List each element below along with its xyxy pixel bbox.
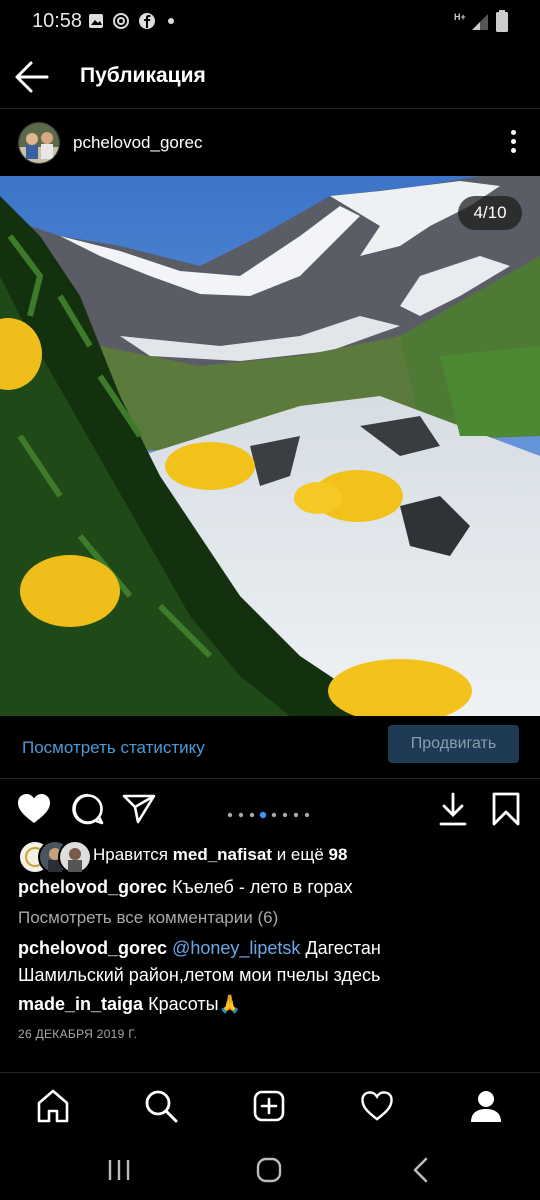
status-bar: 10:58 H+ bbox=[0, 0, 540, 46]
carousel-dot bbox=[293, 812, 299, 818]
author-username[interactable]: pchelovod_gorec bbox=[73, 133, 202, 153]
carousel-counter: 4/10 bbox=[458, 196, 522, 230]
heart-filled-icon[interactable] bbox=[17, 793, 51, 825]
view-insights-link[interactable]: Посмотреть статистику bbox=[22, 738, 205, 758]
system-back-icon[interactable] bbox=[412, 1157, 428, 1183]
send-icon[interactable] bbox=[122, 794, 156, 824]
promote-button[interactable]: Продвигать bbox=[388, 725, 519, 763]
bookmark-icon[interactable] bbox=[492, 792, 520, 826]
insights-row: Посмотреть статистику Продвигать bbox=[0, 716, 540, 779]
search-icon[interactable] bbox=[144, 1089, 178, 1123]
comment-2: made_in_taiga Красоты🙏 bbox=[18, 994, 528, 1015]
gallery-notification-icon bbox=[89, 14, 103, 28]
carousel-dot bbox=[259, 811, 267, 819]
carousel-dot bbox=[271, 812, 277, 818]
likes-middle: и ещё bbox=[276, 845, 324, 864]
recents-icon[interactable] bbox=[107, 1159, 131, 1181]
comment-username[interactable]: made_in_taiga bbox=[18, 994, 143, 1014]
more-vertical-icon[interactable] bbox=[510, 130, 518, 154]
status-time: 10:58 bbox=[32, 10, 83, 32]
likes-user[interactable]: med_nafisat bbox=[173, 845, 272, 864]
at-notification-icon bbox=[113, 13, 129, 29]
comment-text-line2: Шамильский район,летом мои пчелы здесь bbox=[18, 965, 381, 985]
top-bar: Публикация bbox=[0, 46, 540, 109]
network-type: H+ bbox=[454, 12, 466, 22]
likes-prefix: Нравится bbox=[93, 845, 169, 864]
comment-username[interactable]: pchelovod_gorec bbox=[18, 938, 167, 958]
more-notifications-dot-icon bbox=[168, 18, 174, 24]
comment-text: Красоты🙏 bbox=[148, 994, 241, 1014]
bottom-navigation bbox=[0, 1072, 540, 1141]
carousel-dot bbox=[249, 812, 255, 818]
home-circle-icon[interactable] bbox=[256, 1157, 282, 1183]
system-navigation bbox=[0, 1140, 540, 1200]
arrow-left-icon[interactable] bbox=[14, 60, 50, 94]
comment-1: pchelovod_gorec @honey_lipetsk Дагестан … bbox=[18, 935, 528, 989]
add-post-icon[interactable] bbox=[253, 1090, 285, 1122]
caption: pchelovod_gorec Къелеб - лето в горах bbox=[18, 877, 528, 898]
liker-avatar bbox=[58, 840, 92, 874]
post-image[interactable]: 4/10 bbox=[0, 176, 540, 716]
post-header: pchelovod_gorec bbox=[0, 110, 540, 176]
page-title: Публикация bbox=[80, 64, 206, 87]
carousel-dots bbox=[226, 806, 316, 819]
profile-icon[interactable] bbox=[470, 1089, 502, 1123]
caption-username[interactable]: pchelovod_gorec bbox=[18, 877, 167, 897]
download-icon[interactable] bbox=[438, 792, 468, 826]
battery-icon bbox=[496, 10, 508, 32]
post-date: 26 ДЕКАБРЯ 2019 Г. bbox=[18, 1027, 138, 1041]
carousel-dot bbox=[282, 812, 288, 818]
likes-count[interactable]: 98 bbox=[329, 845, 348, 864]
view-all-comments-link[interactable]: Посмотреть все комментарии (6) bbox=[18, 908, 278, 928]
carousel-dot bbox=[227, 812, 233, 818]
caption-text: Къелеб - лето в горах bbox=[172, 877, 353, 897]
comment-icon[interactable] bbox=[72, 793, 104, 825]
carousel-dot bbox=[304, 812, 310, 818]
signal-icon bbox=[472, 14, 488, 30]
comment-text-line1: Дагестан bbox=[305, 938, 381, 958]
carousel-dot bbox=[238, 812, 244, 818]
home-icon[interactable] bbox=[37, 1089, 69, 1123]
comment-mention[interactable]: @honey_lipetsk bbox=[172, 938, 300, 958]
activity-heart-icon[interactable] bbox=[361, 1091, 393, 1121]
action-bar bbox=[0, 780, 540, 838]
facebook-notification-icon bbox=[139, 13, 155, 29]
author-avatar[interactable] bbox=[18, 122, 60, 164]
likes-row[interactable]: Нравится med_nafisat и ещё 98 bbox=[18, 840, 528, 874]
